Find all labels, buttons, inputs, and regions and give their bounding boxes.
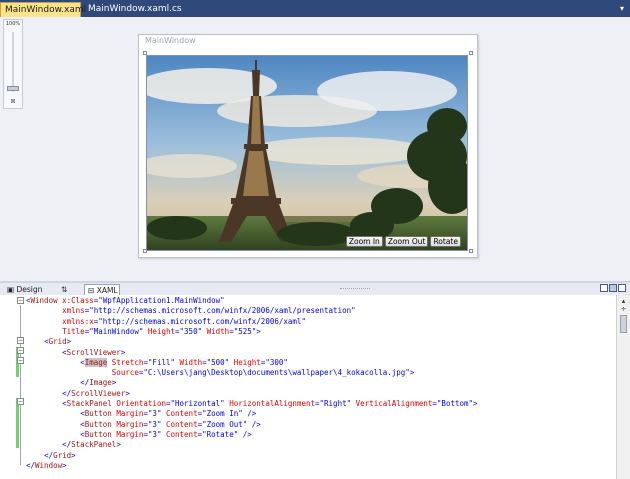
eiffel-tower-image (147, 56, 467, 250)
button-stack-panel: Zoom In Zoom Out Rotate (345, 236, 461, 247)
xaml-view-icon: ⊟ (88, 286, 95, 295)
window-title: MainWindow (145, 36, 196, 45)
tab-xaml-label: XAML (96, 286, 118, 295)
tab-mainwindow-xaml[interactable]: MainWindow.xaml (0, 2, 86, 17)
code-line: xmlns="http://schemas.microsoft.com/winf… (62, 306, 356, 316)
document-tab-bar: MainWindow.xaml MainWindow.xaml.cs ▾ (0, 0, 630, 17)
code-line: </Image> (80, 378, 117, 388)
collapse-icon[interactable]: − (17, 297, 24, 304)
zoom-fit-icon[interactable]: ⊠ (8, 98, 18, 106)
wpf-window-preview[interactable]: MainWindow Zoom In Zoom Out Rotate (138, 34, 478, 258)
resize-handle[interactable] (469, 249, 473, 253)
code-line: </StackPanel> (62, 440, 121, 450)
code-line: </Window> (26, 460, 67, 470)
code-line: xmlns:x="http://schemas.microsoft.com/wi… (62, 316, 306, 326)
zoom-control: 100% ⊠ (3, 19, 23, 109)
scroll-up-icon[interactable]: ▴ (619, 297, 628, 305)
change-indicator (16, 398, 19, 448)
tab-xaml[interactable]: ⊟ XAML (84, 284, 120, 295)
vertical-split-icon[interactable] (600, 284, 608, 292)
split-editor-icon[interactable]: ÷ (619, 305, 628, 313)
horizontal-split-icon[interactable] (609, 284, 617, 292)
collapse-icon[interactable]: − (17, 357, 24, 364)
tab-mainwindow-xaml-cs[interactable]: MainWindow.xaml.cs (84, 2, 182, 17)
code-line: <Window x:Class="WpfApplication1.MainWin… (26, 296, 225, 305)
zoom-level: 100% (5, 21, 21, 27)
zoom-slider-thumb[interactable] (7, 86, 19, 91)
collapse-pane-icon[interactable] (618, 284, 626, 292)
design-view-icon: ▣ (7, 285, 15, 294)
code-line: Title="MainWindow" Height="350" Width="5… (62, 326, 261, 336)
code-line: <StackPanel Orientation="Horizontal" Hor… (62, 399, 478, 408)
zoom-out-button[interactable]: Zoom Out (384, 236, 429, 247)
xaml-code-editor[interactable]: − − − − − <Window x:Class="WpfApplicatio… (0, 295, 616, 479)
code-line: <ScrollViewer> (62, 347, 126, 357)
collapse-icon[interactable]: − (17, 347, 24, 354)
collapse-icon[interactable]: − (17, 337, 24, 344)
scroll-thumb[interactable] (620, 315, 627, 333)
code-line: </Grid> (44, 450, 76, 460)
tab-design[interactable]: ▣ Design (4, 284, 48, 295)
tab-design-label: Design (16, 285, 43, 294)
pane-layout-buttons (600, 284, 626, 292)
zoom-slider-track[interactable] (12, 32, 14, 92)
zoom-in-button[interactable]: Zoom In (345, 236, 383, 247)
resize-handle[interactable] (469, 51, 473, 55)
scroll-viewer[interactable]: Zoom In Zoom Out Rotate (146, 55, 468, 251)
code-line: <Image Stretch="Fill" Width="500" Height… (80, 357, 288, 367)
design-surface: 100% ⊠ MainWindow Zoom In Zoom Out Rotat… (0, 17, 630, 281)
code-line: <Button Margin="3" Content="Zoom Out" /> (80, 419, 261, 429)
vertical-scrollbar[interactable]: ▴ ÷ (616, 295, 630, 479)
code-line: <Button Margin="3" Content="Zoom In" /> (80, 409, 257, 419)
editor-margin: − − − − − (0, 295, 24, 479)
code-line: </ScrollViewer> (62, 388, 130, 398)
outline-line (20, 305, 21, 465)
splitter-grip[interactable] (340, 288, 370, 291)
code-line: <Grid> (44, 337, 72, 347)
rotate-button[interactable]: Rotate (430, 236, 461, 247)
code-line: <Button Margin="3" Content="Rotate" /> (80, 429, 252, 439)
collapse-icon[interactable]: − (17, 398, 24, 405)
tab-dropdown-icon[interactable]: ▾ (620, 4, 624, 13)
swap-panes-icon[interactable]: ⇅ (58, 284, 72, 295)
code-line: Source="C:\Users\jang\Desktop\documents\… (111, 368, 415, 378)
